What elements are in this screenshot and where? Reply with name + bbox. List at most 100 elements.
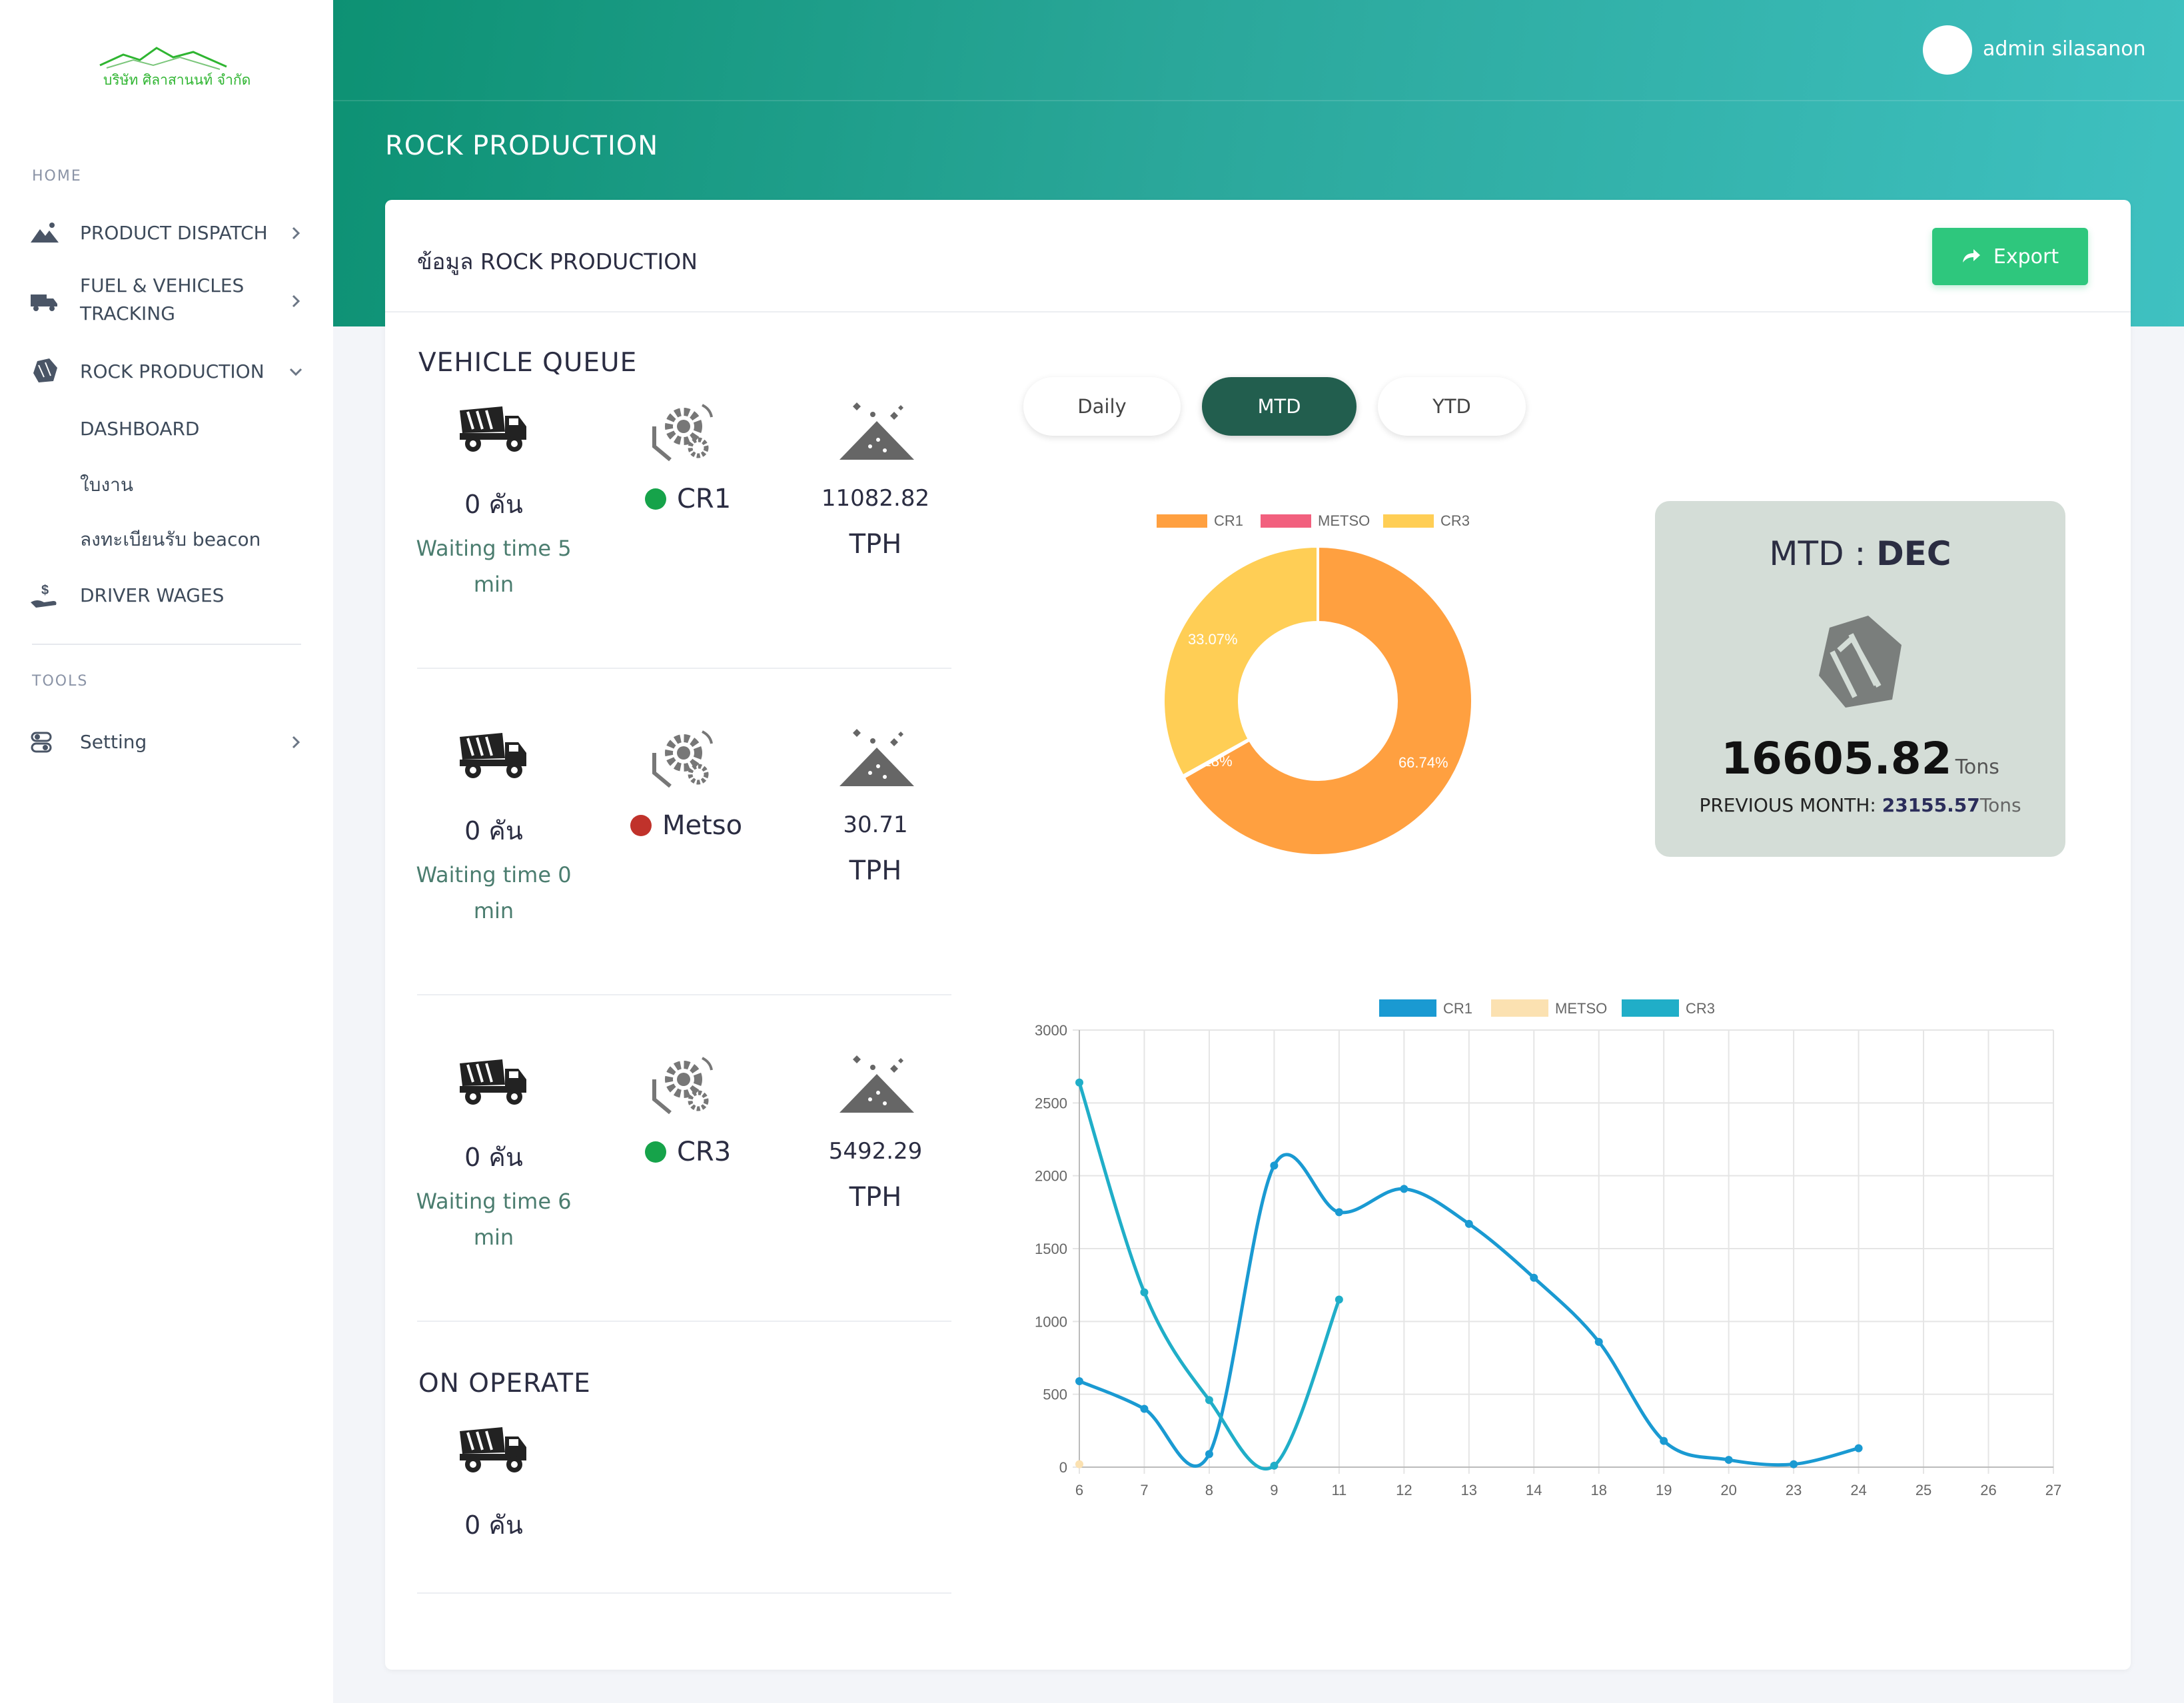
sidebar-subitem-dashboard[interactable]: DASHBOARD (0, 410, 333, 448)
y-tick-label: 500 (1043, 1387, 1067, 1403)
data-point (1854, 1444, 1863, 1452)
sidebar-item-setting[interactable]: Setting (0, 724, 333, 761)
waiting-time-line1: Waiting time 0 (416, 862, 572, 887)
stockpile-icon (839, 729, 914, 786)
share-arrow-icon (1962, 249, 1980, 263)
sidebar-item-label: DASHBOARD (80, 418, 200, 440)
sidebar-item-label: PRODUCT DISPATCH (80, 222, 268, 244)
daily-production-line-chart: CR1 METSO CR3 0 500 1000 1500 2000 2500 3000 6 7 8 9 1… (1035, 999, 2061, 1498)
sidebar-item-label: ROCK PRODUCTION (80, 360, 265, 382)
data-point (1335, 1208, 1343, 1217)
export-label: Export (1993, 245, 2059, 269)
previous-month-value: 23155.57 (1882, 794, 1980, 816)
sidebar-item-driver-wages[interactable]: $ DRIVER WAGES (0, 577, 333, 614)
tph-unit: TPH (849, 1182, 902, 1213)
x-tick-label: 13 (1461, 1482, 1477, 1498)
sidebar-item-product-dispatch[interactable]: PRODUCT DISPATCH (0, 215, 333, 252)
on-operate-count: 0 คัน (464, 1510, 523, 1540)
data-point (1400, 1185, 1408, 1193)
y-tick-label: 2500 (1035, 1095, 1067, 1111)
y-tick-label: 0 (1059, 1459, 1067, 1476)
x-tick-label: 7 (1140, 1482, 1148, 1498)
home-section-label: HOME (32, 168, 82, 185)
data-point (1205, 1450, 1213, 1458)
x-tick-label: 6 (1075, 1482, 1083, 1498)
sidebar-item-rock-production[interactable]: ROCK PRODUCTION (0, 353, 333, 390)
on-operate-title: ON OPERATE (418, 1369, 591, 1399)
stockpile-icon (839, 402, 914, 460)
slice-label: 33.07% (1188, 631, 1238, 648)
legend-label: CR1 (1443, 1000, 1472, 1017)
waiting-time-line2: min (473, 1225, 514, 1250)
data-point (1075, 1078, 1083, 1087)
x-tick-label: 26 (1980, 1482, 1996, 1498)
tab-daily[interactable]: Daily (1023, 377, 1181, 436)
vehicle-queue-title: VEHICLE QUEUE (418, 348, 638, 378)
sidebar-subitem-work-order[interactable]: ใบงาน (0, 466, 333, 504)
crusher-gear-icon (652, 404, 713, 462)
tph-value: 11082.82 (821, 485, 930, 512)
data-point (1660, 1436, 1668, 1445)
legend-label: METSO (1555, 1000, 1607, 1017)
waiting-time-line2: min (473, 572, 514, 597)
tph-value: 5492.29 (828, 1138, 923, 1165)
data-point (1140, 1405, 1149, 1413)
waiting-time-line1: Waiting time 5 (416, 536, 572, 561)
card-title: ข้อมูล ROCK PRODUCTION (417, 249, 698, 275)
mtd-unit: Tons (1955, 756, 1999, 779)
sidebar-subitem-beacon-register[interactable]: ลงทะเบียนรับ beacon (0, 521, 333, 558)
y-tick-label: 1500 (1035, 1241, 1067, 1257)
dump-truck-icon (460, 406, 526, 452)
data-point (1594, 1337, 1603, 1346)
mtd-month: DEC (1876, 534, 1951, 573)
row-divider (417, 1321, 951, 1322)
data-point (1270, 1161, 1279, 1170)
mountain-icon (31, 223, 59, 243)
card-header-divider (385, 311, 2131, 312)
x-tick-label: 9 (1270, 1482, 1278, 1498)
sidebar: บริษัท ศิลาสานนท์ จำกัด HOME PRODUCT DIS… (0, 0, 333, 1703)
data-point (1270, 1461, 1279, 1470)
machine-name: Metso (662, 810, 743, 841)
chevron-right-icon (292, 294, 300, 308)
slice-label: 66.74% (1398, 754, 1448, 771)
legend-swatch (1157, 514, 1207, 528)
previous-month-label: PREVIOUS MONTH: (1699, 794, 1882, 816)
hand-money-icon: $ (31, 583, 57, 608)
sidebar-item-fuel-vehicles-tracking[interactable]: FUEL & VEHICLES TRACKING (0, 272, 333, 330)
sidebar-item-label-line1: FUEL & VEHICLES (80, 275, 245, 296)
data-point (1140, 1288, 1149, 1297)
mtd-title: MTD : DEC (1655, 534, 2065, 573)
data-point (1464, 1219, 1473, 1228)
data-point (1790, 1460, 1798, 1468)
legend-swatch (1261, 514, 1311, 528)
legend-swatch (1491, 999, 1548, 1017)
avatar[interactable] (1923, 25, 1972, 75)
export-button[interactable]: Export (1932, 228, 2088, 285)
tab-ytd[interactable]: YTD (1378, 377, 1526, 436)
machine-name: CR3 (677, 1137, 732, 1167)
status-dot (630, 815, 652, 836)
tab-mtd[interactable]: MTD (1202, 377, 1357, 436)
rock-icon (1819, 616, 1902, 708)
sidebar-item-label: ลงทะเบียนรับ beacon (80, 528, 261, 550)
chevron-right-icon (292, 736, 300, 749)
toggle-settings-icon (31, 732, 52, 753)
data-point (1075, 1377, 1083, 1385)
user-name[interactable]: admin silasanon (1983, 37, 2146, 61)
svg-text:$: $ (41, 583, 49, 598)
data-point (1335, 1295, 1343, 1304)
previous-month: PREVIOUS MONTH: 23155.57Tons (1655, 794, 2065, 816)
machine-status-metso: Metso (630, 810, 742, 841)
machine-status-cr3: CR3 (645, 1137, 731, 1167)
legend-swatch (1622, 999, 1679, 1017)
tph-unit: TPH (849, 529, 902, 560)
dump-truck-icon (460, 1427, 526, 1472)
data-point (1530, 1273, 1538, 1282)
queue-count: 0 คัน (464, 816, 523, 846)
production-share-doughnut-chart: CR1METSOCR366.74%0.18%33.07% (1157, 512, 1474, 857)
mtd-title-prefix: MTD : (1769, 534, 1877, 573)
company-name: บริษัท ศิลาสานนท์ จำกัด (103, 72, 251, 88)
page-title: ROCK PRODUCTION (385, 131, 659, 161)
crusher-gear-icon (652, 1057, 713, 1115)
